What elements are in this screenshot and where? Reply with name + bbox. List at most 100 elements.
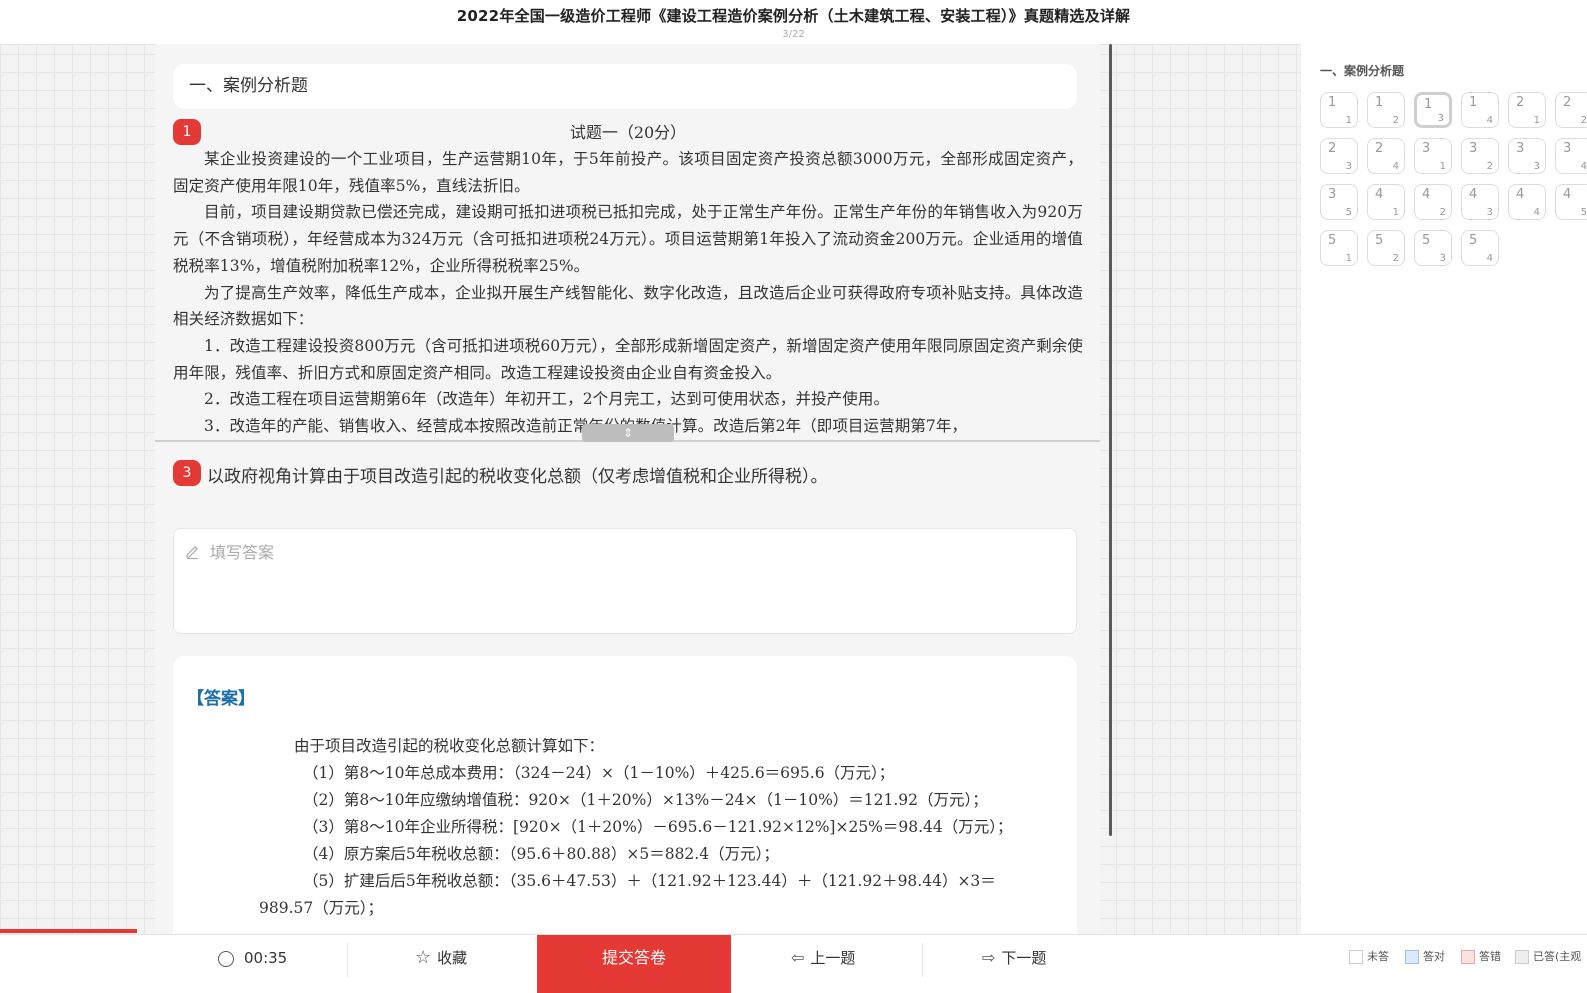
bottom-toolbar: 00:35 ☆ 收藏 提交答卷 ⇦ 上一题 ⇨ 下一题 xyxy=(0,934,1301,993)
navigator-item-sub: 3 xyxy=(1345,161,1352,172)
navigator-item-sub: 3 xyxy=(1486,207,1493,218)
pencil-icon xyxy=(186,546,198,559)
navigator-item-main: 3 xyxy=(1422,141,1431,156)
page-indicator: 3/22 xyxy=(782,29,805,40)
top-bar: 2022年全国一级造价工程师《建设工程造价案例分析（土木建筑工程、安装工程）》真… xyxy=(0,0,1587,45)
navigator-item-main: 1 xyxy=(1469,95,1478,110)
favorite-label: 收藏 xyxy=(437,949,468,967)
legend-swatch xyxy=(1515,950,1529,964)
legend-label: 答错 xyxy=(1479,950,1501,963)
navigator-item-sub: 5 xyxy=(1345,207,1352,218)
question-text-area[interactable]: 试题一（20分） 某企业投资建设的一个工业项目，生产运营期10年，于5年前投产。… xyxy=(173,119,1083,439)
navigator-item-main: 1 xyxy=(1375,95,1384,110)
answer-line: 989.57（万元）； xyxy=(259,899,383,917)
navigator-item-main: 3 xyxy=(1469,141,1478,156)
question-paragraph: 目前，项目建设期贷款已偿还完成，建设期可抵扣进项税已抵扣完成，处于正常生产年份。… xyxy=(173,203,1083,275)
navigator-item-sub: 4 xyxy=(1392,161,1399,172)
navigator-title: 一、案例分析题 xyxy=(1320,64,1405,78)
navigator-item-main: 3 xyxy=(1328,187,1337,202)
arrow-left-icon: ⇦ xyxy=(791,948,805,967)
subquestion-text: 以政府视角计算由于项目改造引起的税收变化总额（仅考虑增值税和企业所得税）。 xyxy=(207,467,828,487)
navigator-item-sub: 4 xyxy=(1486,115,1493,126)
navigator-item-sub: 1 xyxy=(1533,115,1540,126)
navigator-item[interactable]: 54 xyxy=(1461,230,1499,266)
question-paragraph: 某企业投资建设的一个工业项目，生产运营期10年，于5年前投产。该项目固定资产投资… xyxy=(173,150,1083,195)
navigator-item-sub: 1 xyxy=(1439,161,1446,172)
navigator-item[interactable]: 31 xyxy=(1414,138,1452,174)
legend-correct: 答对 xyxy=(1405,948,1445,964)
navigator-item-main: 2 xyxy=(1516,95,1525,110)
legend-unanswered: 未答 xyxy=(1349,948,1389,964)
navigator-item[interactable]: 33 xyxy=(1508,138,1546,174)
document-title: 2022年全国一级造价工程师《建设工程造价案例分析（土木建筑工程、安装工程）》真… xyxy=(456,7,1131,25)
navigator-item[interactable]: 22 xyxy=(1555,92,1587,128)
navigator-item[interactable]: 42 xyxy=(1414,184,1452,220)
navigator-item[interactable]: 45 xyxy=(1555,184,1587,220)
navigator-item[interactable]: 13 xyxy=(1414,92,1452,128)
legend-swatch xyxy=(1349,950,1363,964)
navigator-item-main: 2 xyxy=(1375,141,1384,156)
legend-swatch xyxy=(1461,950,1475,964)
navigator-item-sub: 3 xyxy=(1439,253,1446,264)
subquestion-number-badge: 3 xyxy=(173,460,201,486)
navigator-item[interactable]: 52 xyxy=(1367,230,1405,266)
navigator-item-main: 4 xyxy=(1469,187,1478,202)
navigator-item[interactable]: 12 xyxy=(1367,92,1405,128)
timer-value: 00:35 xyxy=(244,949,288,967)
navigator-item-sub: 2 xyxy=(1486,161,1493,172)
navigator-item-sub: 3 xyxy=(1437,113,1444,124)
navigator-item[interactable]: 53 xyxy=(1414,230,1452,266)
navigator-item-main: 5 xyxy=(1328,233,1337,248)
navigator-item[interactable]: 43 xyxy=(1461,184,1499,220)
arrow-right-icon: ⇨ xyxy=(982,948,996,967)
legend-label: 未答 xyxy=(1367,950,1389,963)
navigator-item[interactable]: 34 xyxy=(1555,138,1587,174)
navigator-item-main: 5 xyxy=(1375,233,1384,248)
navigator-item[interactable]: 23 xyxy=(1320,138,1358,174)
answer-line: （3）第8～10年企业所得税：[920×（1＋20%）－695.6－121.92… xyxy=(303,818,1013,836)
navigator-item-sub: 2 xyxy=(1392,253,1399,264)
scrollbar[interactable] xyxy=(1109,44,1112,836)
answer-line: （2）第8～10年应缴纳增值税：920×（1＋20%）×13%－24×（1－10… xyxy=(303,791,988,809)
submit-button[interactable]: 提交答卷 xyxy=(537,935,731,993)
question-navigator: 一、案例分析题 11121314212223243132333435414243… xyxy=(1301,44,1587,934)
navigator-item-sub: 2 xyxy=(1439,207,1446,218)
navigator-item[interactable]: 11 xyxy=(1320,92,1358,128)
navigator-item-main: 5 xyxy=(1469,233,1478,248)
answer-line: （1）第8～10年总成本费用：（324－24）×（1－10%）＋425.6＝69… xyxy=(303,764,895,782)
navigator-item-sub: 1 xyxy=(1345,253,1352,264)
navigator-item[interactable]: 41 xyxy=(1367,184,1405,220)
navigator-item-sub: 4 xyxy=(1533,207,1540,218)
navigator-item[interactable]: 44 xyxy=(1508,184,1546,220)
navigator-item-sub: 4 xyxy=(1486,253,1493,264)
question-paragraph: 1．改造工程建设投资800万元（含可抵扣进项税60万元），全部形成新增固定资产，… xyxy=(173,336,1083,382)
prev-label: 上一题 xyxy=(810,949,856,967)
timer: 00:35 xyxy=(218,935,287,993)
navigator-item[interactable]: 32 xyxy=(1461,138,1499,174)
navigator-item-main: 1 xyxy=(1328,95,1337,110)
splitter-drag-handle[interactable]: ⇕ xyxy=(582,424,674,442)
navigator-item[interactable]: 24 xyxy=(1367,138,1405,174)
navigator-item-sub: 2 xyxy=(1580,115,1587,126)
question-paragraph: 2．改造工程在项目运营期第6年（改造年）年初开工，2个月完工，达到可使用状态，并… xyxy=(204,390,890,409)
navigator-item[interactable]: 14 xyxy=(1461,92,1499,128)
navigator-item-main: 2 xyxy=(1563,95,1572,110)
legend-label: 已答(主观 xyxy=(1533,950,1582,963)
answer-line: 由于项目改造引起的税收变化总额计算如下： xyxy=(294,737,605,755)
navigator-item-sub: 1 xyxy=(1392,207,1399,218)
navigator-item-sub: 4 xyxy=(1580,161,1587,172)
legend-label: 答对 xyxy=(1423,950,1445,963)
navigator-item[interactable]: 51 xyxy=(1320,230,1358,266)
prev-button[interactable]: ⇦ 上一题 xyxy=(791,935,855,993)
star-icon: ☆ xyxy=(415,947,432,968)
navigator-item-main: 2 xyxy=(1328,141,1337,156)
answer-input[interactable]: 填写答案 xyxy=(173,528,1077,634)
navigator-item-sub: 1 xyxy=(1345,115,1352,126)
answer-placeholder: 填写答案 xyxy=(210,543,275,562)
next-button[interactable]: ⇨ 下一题 xyxy=(982,935,1046,993)
answer-card: 【答案】 由于项目改造引起的税收变化总额计算如下： （1）第8～10年总成本费用… xyxy=(173,656,1077,934)
favorite-button[interactable]: ☆ 收藏 xyxy=(415,935,467,993)
navigator-item[interactable]: 21 xyxy=(1508,92,1546,128)
navigator-item[interactable]: 35 xyxy=(1320,184,1358,220)
legend-answered-subjective: 已答(主观 xyxy=(1515,948,1581,964)
